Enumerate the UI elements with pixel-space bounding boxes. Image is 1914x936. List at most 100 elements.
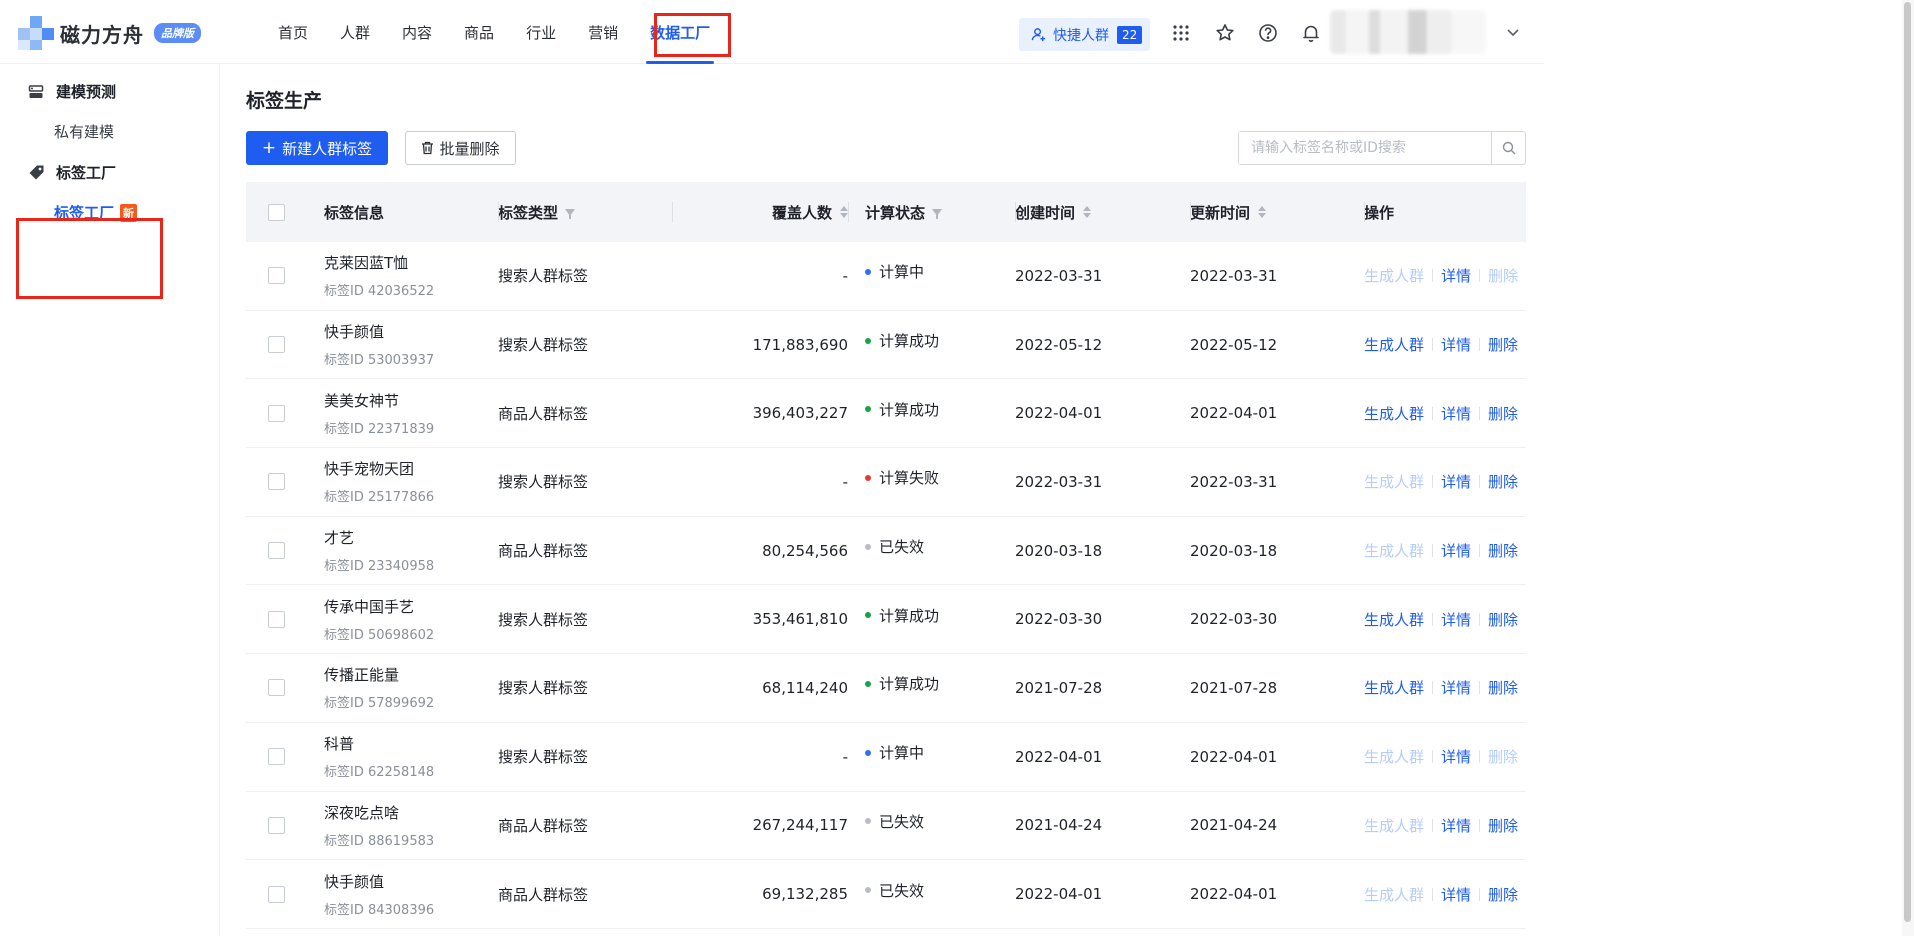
row-checkbox[interactable] — [268, 748, 285, 766]
generate-audience-link[interactable]: 生成人群 — [1364, 334, 1424, 355]
detail-link[interactable]: 详情 — [1441, 746, 1471, 767]
cover-count: 267,244,117 — [752, 816, 848, 835]
sort-icon[interactable] — [1258, 206, 1267, 218]
col-header-cover[interactable]: 覆盖人数 — [672, 182, 848, 242]
nav-item-6[interactable]: 数据工厂 — [634, 0, 726, 64]
col-header-info: 标签信息 — [324, 203, 385, 222]
detail-link[interactable]: 详情 — [1441, 609, 1471, 630]
apps-grid-icon[interactable] — [1170, 22, 1192, 44]
row-checkbox[interactable] — [268, 816, 285, 834]
row-checkbox[interactable] — [268, 473, 285, 491]
updated-date: 2022-03-31 — [1190, 472, 1278, 491]
op-separator — [1432, 338, 1434, 352]
delete-link[interactable]: 删除 — [1488, 540, 1518, 561]
detail-link[interactable]: 详情 — [1441, 334, 1471, 355]
scrollbar[interactable] — [1902, 0, 1914, 936]
status-badge: 计算中 — [848, 261, 1015, 282]
delete-link[interactable]: 删除 — [1488, 609, 1518, 630]
generate-audience-link: 生成人群 — [1364, 748, 1425, 767]
detail-link[interactable]: 详情 — [1441, 677, 1471, 698]
sort-icon[interactable] — [840, 206, 848, 218]
updated-date: 2021-07-28 — [1190, 678, 1278, 697]
tag-type: 商品人群标签 — [498, 542, 589, 561]
created-date: 2022-03-30 — [1015, 610, 1103, 629]
delete-link[interactable]: 删除 — [1488, 403, 1518, 424]
nav-item-1[interactable]: 人群 — [324, 0, 386, 64]
new-tag-button-label: 新建人群标签 — [282, 139, 373, 158]
detail-link[interactable]: 详情 — [1441, 471, 1471, 492]
chevron-down-icon[interactable] — [1505, 24, 1523, 42]
tag-search-input[interactable] — [1239, 132, 1491, 164]
status-badge: 计算成功 — [848, 399, 1015, 420]
delete-link[interactable]: 删除 — [1488, 334, 1518, 355]
col-header-updated[interactable]: 更新时间 — [1190, 182, 1364, 242]
help-icon[interactable] — [1257, 22, 1279, 44]
op-separator — [1479, 338, 1481, 352]
sidebar-item-tag-factory[interactable]: 标签工厂 新 — [54, 202, 138, 223]
updated-date: 2022-04-01 — [1190, 747, 1278, 766]
generate-audience-link: 生成人群 — [1364, 542, 1425, 561]
batch-delete-button[interactable]: 批量删除 — [405, 131, 516, 165]
status-dot — [865, 680, 871, 687]
tag-name: 美美女神节 — [324, 391, 400, 410]
delete-link[interactable]: 删除 — [1488, 815, 1518, 836]
delete-link[interactable]: 删除 — [1488, 884, 1518, 905]
search-button[interactable] — [1491, 132, 1525, 164]
row-actions: 生成人群 详情 删除 — [1364, 609, 1526, 630]
delete-link[interactable]: 删除 — [1488, 471, 1518, 492]
col-header-created[interactable]: 创建时间 — [1015, 182, 1190, 242]
generate-audience-link[interactable]: 生成人群 — [1364, 403, 1424, 424]
sidebar-item-private-modeling[interactable]: 私有建模 — [54, 121, 114, 142]
detail-link[interactable]: 详情 — [1441, 265, 1471, 286]
delete-link[interactable]: 删除 — [1488, 677, 1518, 698]
row-checkbox[interactable] — [268, 336, 285, 354]
row-checkbox[interactable] — [268, 610, 285, 628]
generate-audience-link: 生成人群 — [1364, 885, 1425, 904]
op-separator — [1432, 681, 1434, 695]
cover-count: - — [842, 472, 848, 491]
star-icon[interactable] — [1214, 22, 1236, 44]
detail-link[interactable]: 详情 — [1441, 403, 1471, 424]
new-tag-button[interactable]: + 新建人群标签 — [246, 131, 388, 165]
nav-item-5[interactable]: 营销 — [572, 0, 634, 64]
row-checkbox[interactable] — [268, 404, 285, 422]
detail-link[interactable]: 详情 — [1441, 540, 1471, 561]
row-checkbox[interactable] — [268, 885, 285, 903]
updated-date: 2022-04-01 — [1190, 404, 1278, 423]
nav-item-4[interactable]: 行业 — [510, 0, 572, 64]
row-checkbox[interactable] — [268, 267, 285, 285]
generate-audience-link[interactable]: 生成人群 — [1364, 677, 1424, 698]
table-row: 深夜吃点啥 标签ID 88619583 商品人群标签 267,244,117 已失效 20… — [246, 792, 1526, 861]
row-checkbox[interactable] — [268, 679, 285, 697]
row-checkbox[interactable] — [268, 542, 285, 560]
user-avatar-blurred[interactable] — [1330, 10, 1486, 54]
select-all-checkbox[interactable] — [268, 203, 285, 221]
tag-id: 标签ID 53003937 — [324, 353, 435, 369]
status-dot — [865, 818, 871, 825]
detail-link[interactable]: 详情 — [1441, 815, 1471, 836]
table-row: 才艺 标签ID 23340958 商品人群标签 80,254,566 已失效 2020-0… — [246, 517, 1526, 586]
scrollbar-thumb[interactable] — [1904, 2, 1911, 922]
tag-type: 商品人群标签 — [498, 816, 589, 835]
nav-item-2[interactable]: 内容 — [386, 0, 448, 64]
nav-item-0[interactable]: 首页 — [262, 0, 324, 64]
sidebar-group-modeling[interactable]: 建模预测 — [28, 81, 116, 102]
brand-logo[interactable]: 磁力方舟 品牌版 — [18, 16, 201, 50]
tag-name: 深夜吃点啥 — [324, 803, 400, 822]
sidebar-group-tag-factory[interactable]: 标签工厂 — [28, 162, 116, 183]
filter-icon[interactable] — [565, 208, 576, 219]
table-row: 科普 标签ID 62258148 搜索人群标签 - 计算中 2022-04-01 2022-… — [246, 723, 1526, 792]
bell-icon[interactable] — [1300, 22, 1322, 44]
detail-link[interactable]: 详情 — [1441, 884, 1471, 905]
tag-name: 快手宠物天团 — [324, 460, 415, 479]
created-date: 2022-03-31 — [1015, 472, 1103, 491]
generate-audience-link[interactable]: 生成人群 — [1364, 609, 1424, 630]
filter-icon[interactable] — [932, 208, 943, 219]
col-header-status[interactable]: 计算状态 — [848, 182, 1015, 242]
op-separator — [1479, 887, 1481, 901]
sort-icon[interactable] — [1083, 206, 1092, 218]
quick-audience-button[interactable]: 快捷人群 22 — [1019, 18, 1151, 51]
table-row: 传承中国手艺 标签ID 50698602 搜索人群标签 353,461,810 计算成功… — [246, 585, 1526, 655]
nav-item-3[interactable]: 商品 — [448, 0, 510, 64]
col-header-type[interactable]: 标签类型 — [498, 182, 672, 242]
